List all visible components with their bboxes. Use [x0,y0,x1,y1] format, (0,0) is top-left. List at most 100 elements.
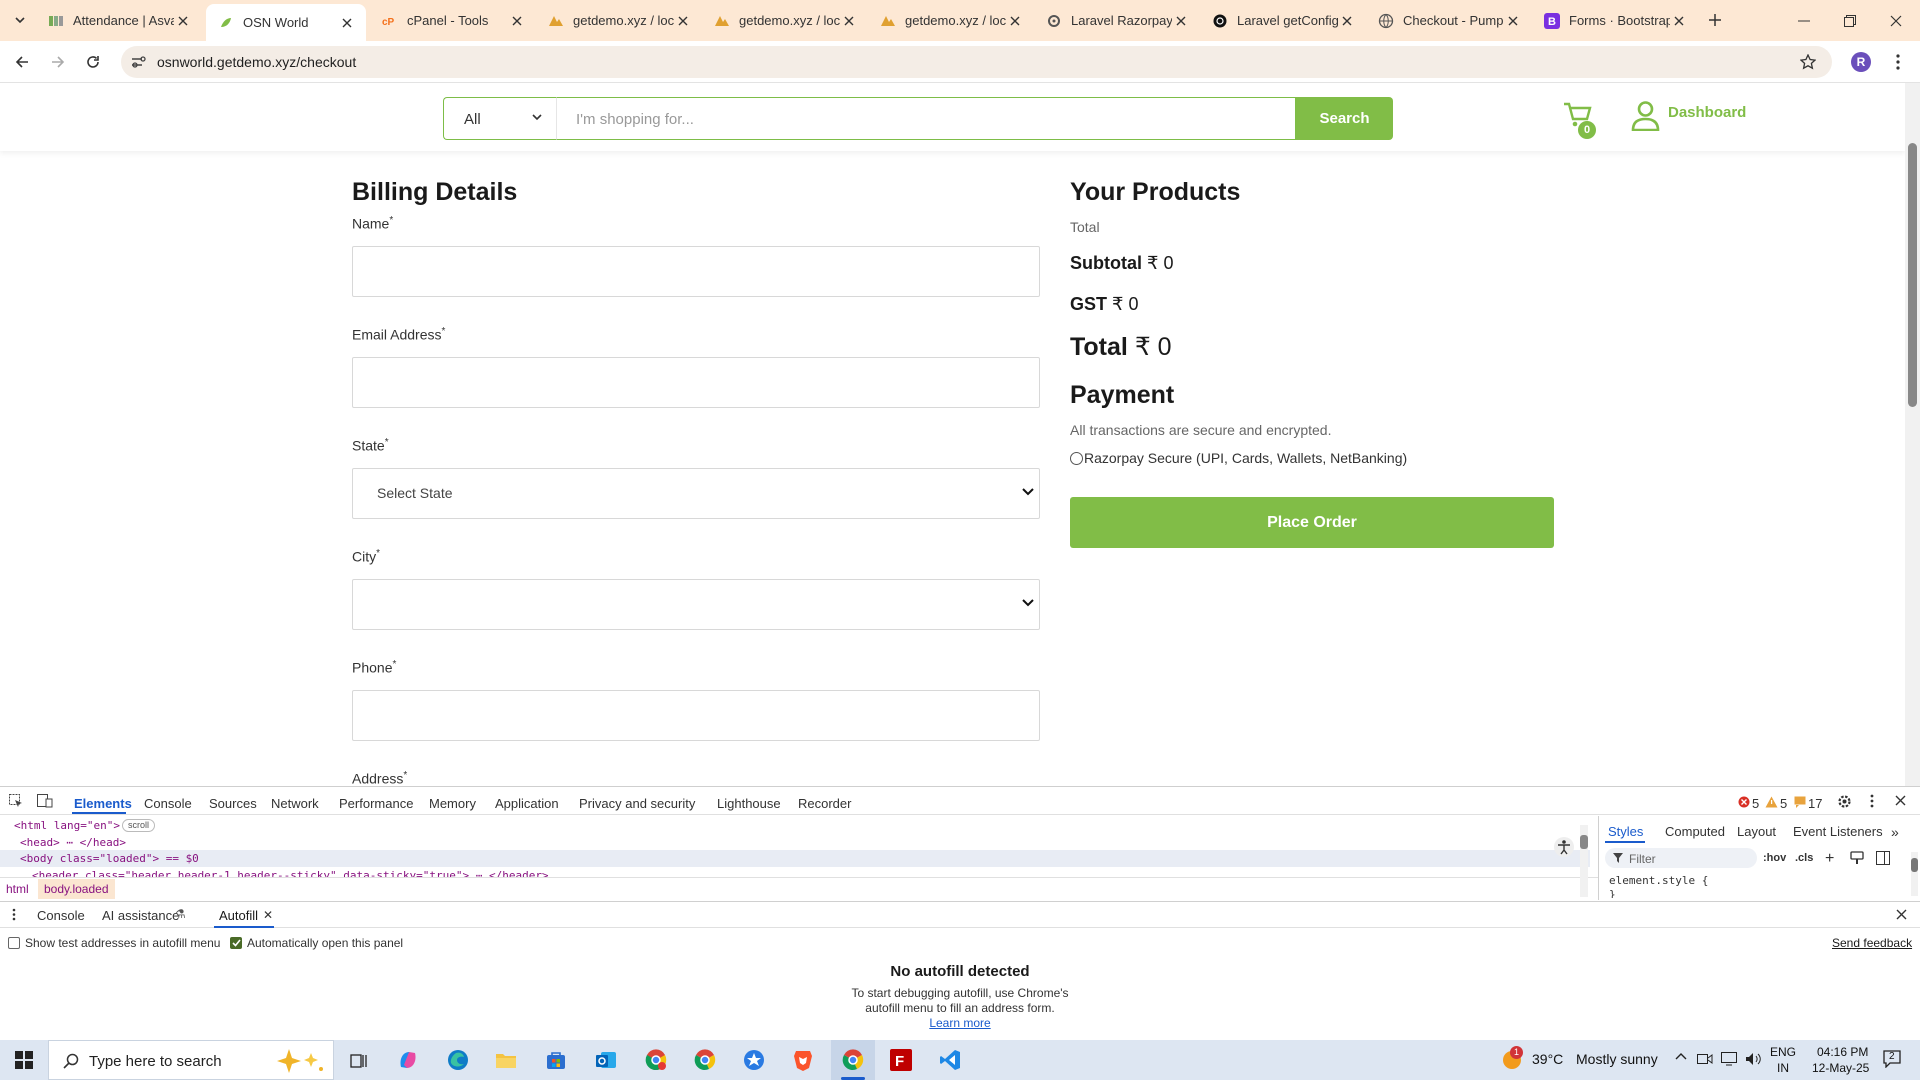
computed-tab[interactable]: Computed [1665,824,1725,839]
drawer-tab-ai-assistance[interactable]: AI assistance [102,908,179,923]
forward-icon[interactable] [44,48,72,76]
brave-icon[interactable] [787,1046,819,1074]
styles-scrollbar[interactable] [1911,852,1918,896]
event-listeners-tab[interactable]: Event Listeners [1793,824,1883,839]
address-bar[interactable]: osnworld.getdemo.xyz/checkout [121,46,1832,78]
weather-text[interactable]: Mostly sunny [1576,1051,1658,1067]
cls-toggle[interactable]: .cls [1795,852,1813,864]
browser-tab[interactable]: getdemo.xyz / loc [702,6,868,35]
learn-more-link[interactable]: Learn more [0,1016,1920,1030]
devtools-tab-privacy[interactable]: Privacy and security [579,796,695,811]
drawer-tab-console[interactable]: Console [37,908,85,923]
filezilla-icon[interactable]: F [885,1046,917,1074]
site-info-icon[interactable] [131,55,147,69]
more-tabs-icon[interactable]: » [1891,824,1899,840]
close-tab-icon[interactable] [1338,12,1356,30]
warning-icon[interactable] [1765,796,1778,808]
back-icon[interactable] [8,48,36,76]
razorpay-radio[interactable] [1070,451,1083,465]
close-drawer-icon[interactable] [1896,909,1907,920]
language-code[interactable]: ENG [1770,1045,1796,1059]
email-field[interactable] [352,357,1040,408]
hov-toggle[interactable]: :hov [1763,852,1786,864]
clock-time[interactable]: 04:16 PM [1817,1045,1868,1059]
browser-tab[interactable]: getdemo.xyz / loc [868,6,1034,35]
devtools-tab-elements[interactable]: Elements [74,796,132,811]
new-style-rule-icon[interactable]: + [1825,850,1834,868]
file-explorer-icon[interactable] [490,1046,522,1074]
task-view-icon[interactable] [343,1046,375,1074]
dom-line-selected[interactable]: <body class="loaded"> == $0 [20,852,199,865]
copilot-icon[interactable] [392,1046,424,1074]
send-feedback-link[interactable]: Send feedback [1832,936,1912,950]
accessibility-icon[interactable] [1553,836,1575,858]
store-icon[interactable] [540,1046,572,1074]
drawer-tab-autofill[interactable]: Autofill [219,908,258,923]
close-tab-icon[interactable] [1006,12,1024,30]
chrome-icon[interactable] [689,1046,721,1074]
devtools-tab-lighthouse[interactable]: Lighthouse [717,796,781,811]
close-autofill-tab-icon[interactable]: ✕ [263,908,273,922]
browser-tab[interactable]: getdemo.xyz / loc [536,6,702,35]
browser-tab[interactable]: Laravel Razorpay [1034,6,1200,35]
devtools-tab-recorder[interactable]: Recorder [798,796,851,811]
city-select[interactable] [352,579,1040,630]
browser-tab[interactable]: Checkout - Pump [1366,6,1532,35]
close-window-icon[interactable] [1873,0,1919,41]
search-button[interactable]: Search [1296,97,1393,140]
devtools-menu-icon[interactable] [1870,794,1874,808]
reload-icon[interactable] [79,48,107,76]
state-select[interactable]: Select State [352,468,1040,519]
dom-scrollbar[interactable] [1580,825,1588,897]
browser-menu-icon[interactable] [1884,48,1912,76]
new-tab-icon[interactable] [1701,6,1729,34]
breadcrumb-body[interactable]: body.loaded [38,879,115,899]
toggle-sidebar-icon[interactable] [1876,851,1890,865]
browser-tab[interactable]: Attendance | Asva [36,6,202,35]
restore-icon[interactable] [1827,0,1873,41]
chrome-profile-icon[interactable] [640,1046,672,1074]
devtools-tab-application[interactable]: Application [495,796,559,811]
dashboard-link[interactable]: Dashboard [1668,104,1746,121]
devtools-tab-performance[interactable]: Performance [339,796,413,811]
close-tab-icon[interactable] [840,12,858,30]
layout-tab[interactable]: Layout [1737,824,1776,839]
devtools-tab-memory[interactable]: Memory [429,796,476,811]
taskbar-search-box[interactable]: Type here to search [48,1040,334,1080]
close-tab-icon[interactable] [1670,12,1688,30]
vscode-icon[interactable] [934,1046,966,1074]
styles-tab[interactable]: Styles [1608,824,1643,839]
styles-filter-input[interactable]: Filter [1605,848,1757,868]
close-tab-icon[interactable] [674,12,692,30]
inspect-element-icon[interactable] [9,794,23,808]
user-icon[interactable] [1631,100,1660,131]
profile-avatar[interactable]: R [1847,48,1875,76]
devtools-tab-network[interactable]: Network [271,796,319,811]
dom-scrollbar-thumb[interactable] [1580,835,1588,849]
close-devtools-icon[interactable] [1895,795,1906,806]
browser-tab[interactable]: cP cPanel - Tools [370,6,536,35]
drawer-menu-icon[interactable] [12,908,16,921]
devtools-tab-sources[interactable]: Sources [209,796,257,811]
page-scrollbar[interactable] [1905,83,1920,786]
bookmark-star-icon[interactable] [1800,54,1816,70]
phone-field[interactable] [352,690,1040,741]
element-style-rule[interactable]: element.style { [1609,874,1708,887]
show-test-addresses-checkbox[interactable] [8,937,20,949]
browser-tab[interactable]: Laravel getConfig [1200,6,1366,35]
auto-open-checkbox[interactable] [230,937,242,949]
close-tab-icon[interactable] [338,14,356,32]
scrollbar-thumb[interactable] [1908,143,1917,407]
search-input[interactable]: I'm shopping for... [556,97,1296,140]
taskbar-active-app[interactable] [831,1040,875,1080]
network-icon[interactable] [1721,1052,1737,1066]
edge-icon[interactable] [442,1046,474,1074]
close-tab-icon[interactable] [1504,12,1522,30]
dom-line[interactable]: <html lang="en"> [14,819,120,832]
scroll-badge[interactable]: scroll [122,819,156,832]
weather-temp[interactable]: 39°C [1532,1051,1563,1067]
tray-chevron-up-icon[interactable] [1675,1052,1687,1060]
minimize-icon[interactable] [1781,0,1827,41]
chrome-active-icon[interactable] [837,1046,869,1074]
category-select[interactable]: All [443,97,556,140]
